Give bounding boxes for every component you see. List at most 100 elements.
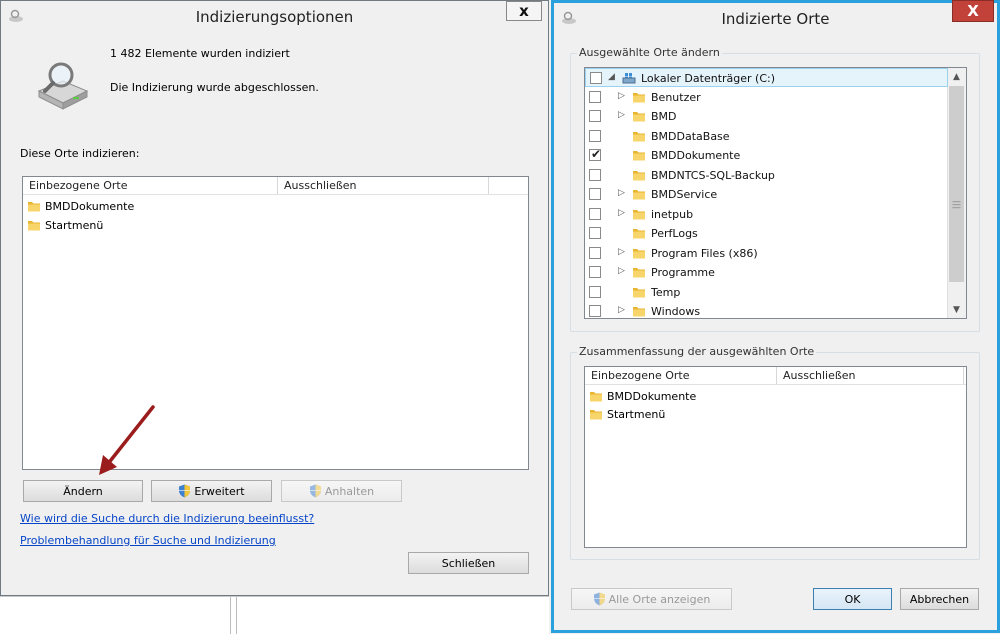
include-checkbox[interactable] [589,110,601,122]
location-name: BMDDokumente [45,199,135,213]
folder-icon [632,90,646,104]
summary-locations-list[interactable]: Einbezogene Orte Ausschließen BMDDokumen… [584,366,967,548]
include-checkbox[interactable] [589,266,601,278]
expand-arrow-icon[interactable]: ▷ [618,266,625,276]
tree-row[interactable]: ▷ inetpub [585,205,948,224]
list-item[interactable]: BMDDokumente [589,387,696,405]
tree-row[interactable]: Temp [585,283,948,302]
tree-row[interactable]: ▷ Benutzer [585,88,948,107]
tree-row[interactable]: ▷ BMDService [585,185,948,204]
expand-arrow-icon[interactable]: ◢ [608,72,615,82]
tree-row[interactable]: ◢ Lokaler Datenträger (C:) [585,68,948,87]
list-header: Einbezogene Orte Ausschließen [585,367,966,385]
tree-item-label: BMDDokumente [651,149,741,162]
close-window-button[interactable]: X [952,0,994,22]
folder-icon [589,407,603,421]
include-checkbox[interactable] [589,305,601,317]
left-window-title: Indizierungsoptionen [195,8,354,26]
folder-icon [632,168,646,182]
column-header-excluded[interactable]: Ausschließen [783,369,856,382]
include-checkbox[interactable] [589,246,601,259]
include-checkbox[interactable]: ✔ [589,147,602,161]
tree-item-label: Lokaler Datenträger (C:) [641,72,776,85]
tree-row[interactable]: BMDDataBase [585,127,948,146]
expand-arrow-icon[interactable]: ▷ [618,91,625,101]
tree-row[interactable]: BMDNTCS-SQL-Backup [585,166,948,185]
checkmark-icon: ✔ [591,147,602,161]
tree-row[interactable]: ▷ Windows [585,302,948,318]
folder-icon [632,246,646,260]
locations-section-label: Diese Orte indizieren: [20,147,140,160]
scroll-down-button[interactable]: ▼ [948,301,965,318]
cancel-button[interactable]: Abbrechen [900,588,979,610]
close-dialog-button[interactable]: Schließen [408,552,529,574]
change-button-label: Ändern [63,484,103,498]
tree-row[interactable]: ▷ BMD [585,107,948,126]
tree-item-label: BMD [651,110,677,123]
tree-item-label: PerfLogs [651,227,698,240]
close-window-button[interactable]: x [506,1,542,21]
folder-icon [632,148,646,162]
drive-icon [622,73,636,84]
advanced-button[interactable]: Erweitert [151,480,272,502]
annotation-arrow-icon [99,405,155,475]
include-checkbox[interactable] [589,207,601,220]
indexed-drive-magnifier-icon [37,62,89,110]
right-titlebar: Indizierte Orte X [554,0,997,35]
tree-item-label: BMDService [651,188,718,201]
list-item[interactable]: Startmenü [27,216,103,234]
include-checkbox[interactable] [589,285,601,298]
search-indexing-help-link[interactable]: Wie wird die Suche durch die Indizierung… [20,512,314,525]
folder-icon [27,218,41,232]
left-titlebar: Indizierungsoptionen x [1,1,548,33]
include-checkbox[interactable] [589,188,601,200]
scroll-thumb[interactable]: — — — [949,86,964,282]
column-header-included[interactable]: Einbezogene Orte [591,369,689,382]
scroll-up-button[interactable]: ▲ [948,68,965,85]
include-checkbox[interactable] [589,168,601,181]
expand-arrow-icon[interactable]: ▷ [618,208,625,218]
pause-button: Anhalten [281,480,402,502]
expand-arrow-icon[interactable]: ▷ [618,188,625,198]
grip-icon: — — — [952,197,961,213]
include-checkbox[interactable] [589,129,601,142]
folder-icon [589,389,603,403]
ok-button[interactable]: OK [813,588,892,610]
include-checkbox[interactable] [590,72,602,84]
uac-shield-icon [178,484,191,498]
background-strip [0,596,549,634]
troubleshoot-search-link[interactable]: Problembehandlung für Suche und Indizier… [20,534,276,547]
include-checkbox[interactable] [589,90,601,103]
folder-tree[interactable]: ▲ — — — ▼ ◢ Lokaler Datenträger (C:) ▷ Benutz… [584,67,967,319]
folder-icon [632,129,646,143]
tree-item-label: Benutzer [651,90,701,104]
pause-button-label: Anhalten [324,484,375,498]
include-checkbox[interactable] [589,227,601,239]
change-locations-button[interactable]: Ändern [23,480,143,502]
indexing-options-window: Indizierungsoptionen x 1 482 Elemente wu… [0,0,549,596]
tree-item-label: BMDDataBase [651,129,730,143]
tree-row[interactable]: ▷ Programme [585,263,948,282]
ok-button-label: OK [844,592,861,606]
tree-row[interactable]: PerfLogs [585,224,948,243]
list-item[interactable]: Startmenü [589,405,665,423]
tree-item-label: Windows [651,305,701,318]
tree-row[interactable]: ✔ BMDDokumente [585,146,948,165]
tree-item-label: Programme [651,266,715,279]
expand-arrow-icon[interactable]: ▷ [618,110,625,120]
column-header-excluded[interactable]: Ausschließen [284,179,357,192]
tree-scrollbar[interactable]: ▲ — — — ▼ [947,68,966,318]
folder-icon [27,199,41,213]
change-locations-group-label: Ausgewählte Orte ändern [577,46,722,59]
tree-row[interactable]: ▷ Program Files (x86) [585,244,948,263]
column-header-included[interactable]: Einbezogene Orte [29,179,127,192]
expand-arrow-icon[interactable]: ▷ [618,247,625,257]
cancel-button-label: Abbrechen [909,592,970,606]
list-item[interactable]: BMDDokumente [27,197,134,215]
location-name: BMDDokumente [607,389,697,403]
location-name: Startmenü [607,407,666,421]
folder-icon [632,304,646,318]
expand-arrow-icon[interactable]: ▷ [618,305,625,315]
folder-icon [632,109,646,123]
show-all-button-label: Alle Orte anzeigen [608,592,711,606]
